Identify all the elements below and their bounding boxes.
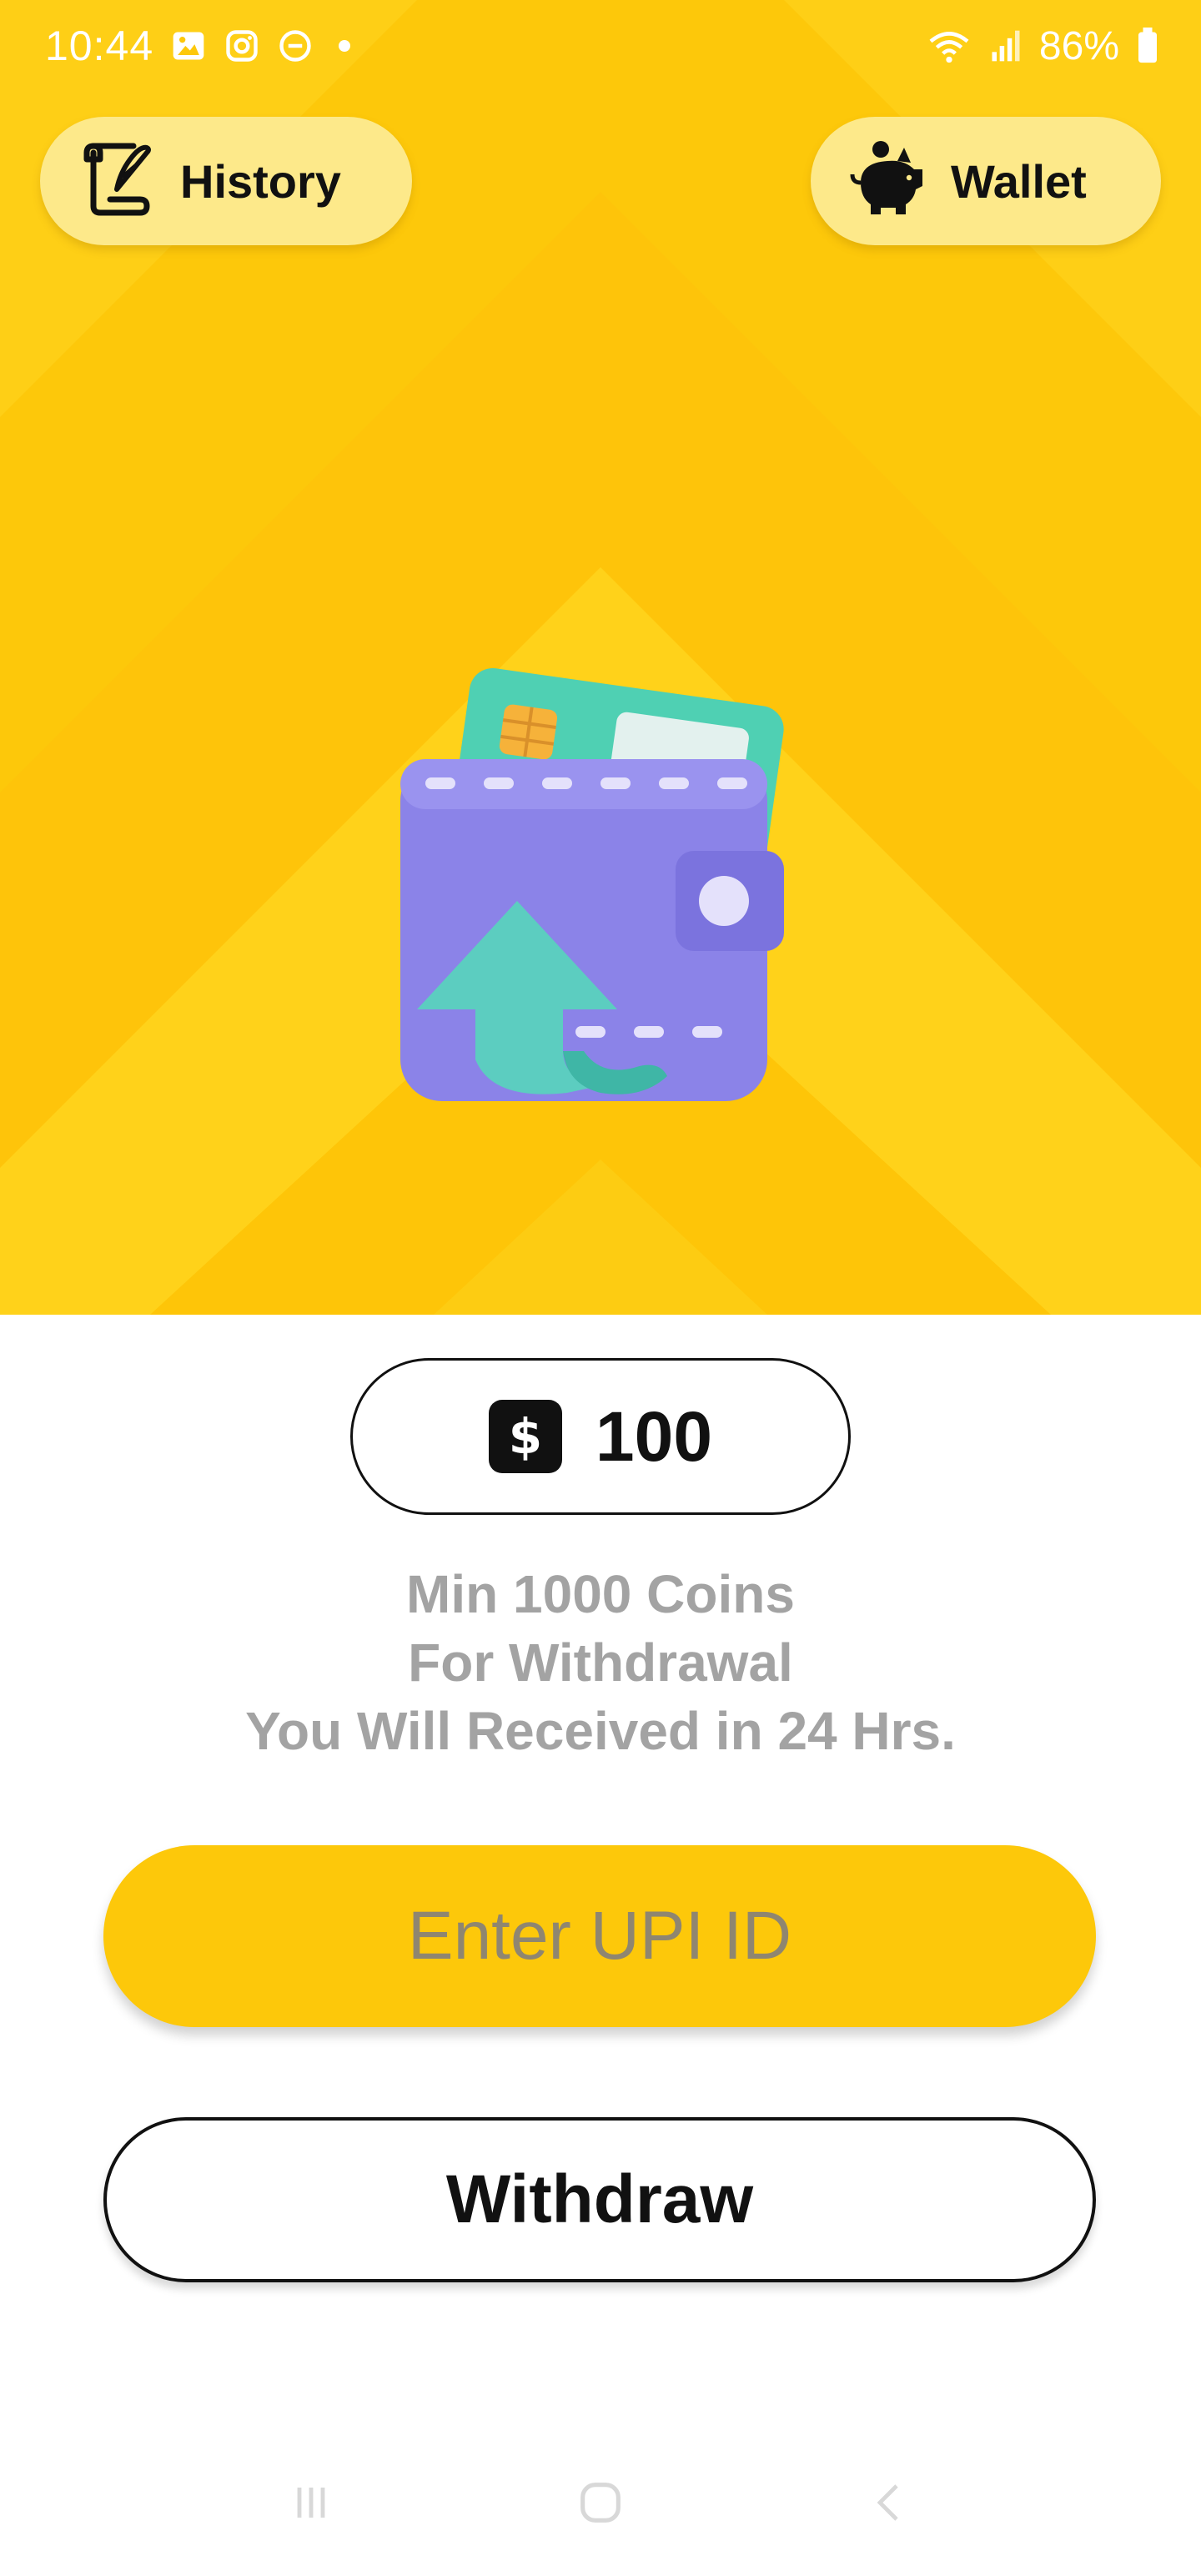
info-line-withdrawal: For Withdrawal <box>408 1633 793 1693</box>
recent-apps-button[interactable] <box>278 2469 344 2536</box>
back-button[interactable] <box>857 2469 923 2536</box>
hero-banner: 10:44 86% History Wallet <box>0 0 1201 1315</box>
withdrawal-info: Min 1000 Coins For Withdrawal You Will R… <box>0 1560 1201 1765</box>
dnd-icon <box>279 30 311 62</box>
instagram-icon <box>226 30 258 62</box>
wallet-button[interactable]: Wallet <box>811 117 1161 245</box>
info-line-min-coins: Min 1000 Coins <box>406 1564 795 1624</box>
info-line-receive-time: You Will Received in 24 Hrs. <box>245 1701 956 1761</box>
balance-value: 100 <box>595 1396 713 1476</box>
withdraw-button[interactable]: Withdraw <box>103 2117 1096 2282</box>
dollar-icon: $ <box>488 1400 562 1473</box>
home-icon <box>580 2483 621 2523</box>
status-time: 10:44 <box>45 23 154 69</box>
history-label: History <box>180 154 341 208</box>
upi-field[interactable] <box>103 1845 1096 2027</box>
signal-icon <box>992 30 1020 62</box>
wallet-withdraw-illustration <box>400 668 784 1101</box>
gallery-icon <box>173 32 204 60</box>
battery-percent: 86% <box>1038 23 1119 68</box>
wallet-label: Wallet <box>951 154 1087 208</box>
notification-dot-icon <box>339 40 351 52</box>
piggy-bank-icon <box>850 141 922 214</box>
back-icon <box>877 2484 898 2521</box>
history-button[interactable]: History <box>40 117 412 245</box>
battery-icon <box>1138 28 1157 63</box>
status-bar: 10:44 86% <box>0 0 1201 92</box>
home-button[interactable] <box>567 2469 634 2536</box>
wifi-icon <box>929 32 969 63</box>
system-nav-bar <box>0 2453 1201 2553</box>
recent-apps-icon <box>297 2488 325 2518</box>
coin-balance: $ 100 <box>350 1358 851 1515</box>
history-scroll-icon <box>83 143 151 216</box>
upi-id-input[interactable] <box>103 1845 1096 2027</box>
